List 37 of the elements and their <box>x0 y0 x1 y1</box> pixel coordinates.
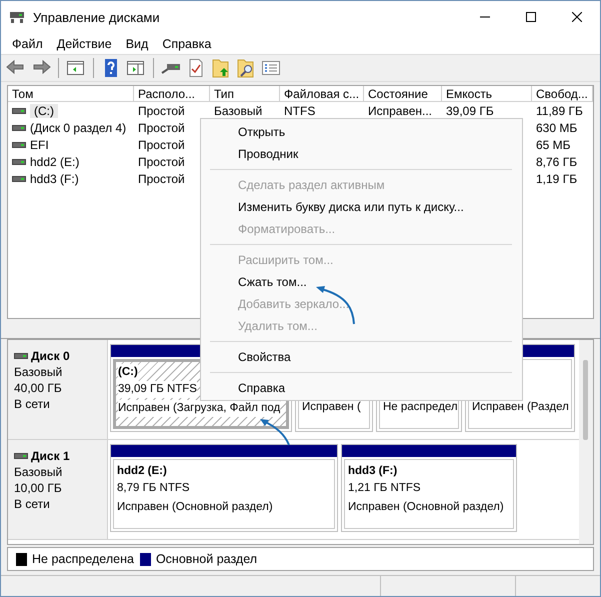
disk-info: 40,00 ГБ <box>14 380 63 396</box>
partition-status: Не распредел <box>383 400 458 415</box>
table-cell: Простой <box>138 172 185 186</box>
partition-status: Исправен ( <box>302 400 361 415</box>
partition-status: Исправен (Основной раздел) <box>117 500 273 515</box>
partition-status: Исправен (Основной раздел) <box>348 500 504 515</box>
table-cell: 39,09 ГБ <box>446 104 494 118</box>
table-cell: Простой <box>138 104 185 118</box>
partition-size: 8,79 ГБ NTFS <box>117 481 190 496</box>
window-title: Управление дисками <box>33 10 161 24</box>
partition-size: 39,09 ГБ NTFS <box>118 381 197 398</box>
legend-label: Основной раздел <box>156 552 258 566</box>
disk-name: Диск 0 <box>31 348 70 364</box>
table-cell: Исправен... <box>368 104 432 118</box>
table-cell: Простой <box>138 138 185 152</box>
disk-info: Базовый <box>14 364 64 380</box>
table-cell: 65 МБ <box>536 138 571 152</box>
table-cell: NTFS <box>284 104 316 118</box>
disk-info: Базовый <box>14 464 64 480</box>
disk-name: Диск 1 <box>31 448 70 464</box>
table-cell: 1,19 ГБ <box>536 172 578 186</box>
partition-status: Исправен (Загрузка, Файл под <box>118 400 280 417</box>
partition-name: hdd2 (E:) <box>117 464 167 479</box>
table-cell: 630 МБ <box>536 120 578 134</box>
disk-info: 10,00 ГБ <box>14 480 63 496</box>
disk-info: В сети <box>14 396 51 412</box>
legend-label: Не распределена <box>32 552 134 566</box>
disk-info: В сети <box>14 496 51 512</box>
table-cell: Базовый <box>214 104 262 118</box>
table-cell: 8,76 ГБ <box>536 154 578 168</box>
partition-status: Исправен (Раздел <box>472 400 569 415</box>
partition-name: (C:) <box>118 364 138 381</box>
table-cell: 11,89 ГБ <box>536 104 583 118</box>
table-cell: Простой <box>138 120 185 134</box>
table-cell: Простой <box>138 154 185 168</box>
partition-size: 1,21 ГБ NTFS <box>348 481 421 496</box>
partition-name: hdd3 (F:) <box>348 464 398 479</box>
